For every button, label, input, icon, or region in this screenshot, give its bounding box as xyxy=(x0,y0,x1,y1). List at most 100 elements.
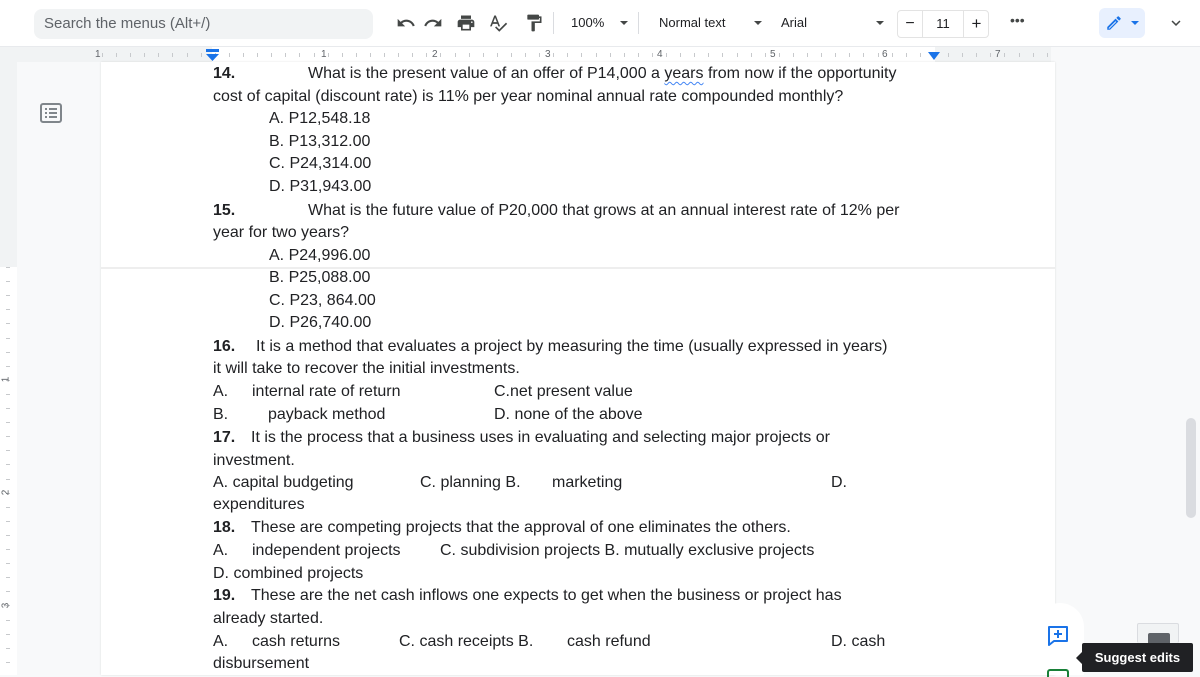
font-select[interactable]: Arial xyxy=(781,14,807,32)
question-number: 19. xyxy=(213,587,236,604)
ruler-tick xyxy=(680,53,681,57)
vertical-scrollbar[interactable] xyxy=(1186,418,1196,518)
spelling-suggestion[interactable]: years xyxy=(664,65,703,82)
increase-font-size-button[interactable]: + xyxy=(964,11,989,37)
ruler-tick xyxy=(849,53,850,57)
ruler-tick xyxy=(440,53,441,57)
answer-choice: disbursement xyxy=(213,655,310,672)
editing-mode-button[interactable] xyxy=(1099,8,1145,38)
question-text: investment. xyxy=(213,452,295,469)
toolbar-separator xyxy=(553,12,554,34)
decrease-font-size-button[interactable]: − xyxy=(898,11,923,37)
vertical-ruler-number: 1 xyxy=(0,376,12,383)
left-indent-marker[interactable] xyxy=(206,49,219,61)
ruler-tick xyxy=(384,53,385,57)
zoom-select[interactable]: 100% xyxy=(571,14,604,32)
ruler-tick xyxy=(990,53,991,57)
ruler-tick xyxy=(793,53,794,57)
ruler-tick xyxy=(426,53,427,57)
document-outline-icon[interactable] xyxy=(40,103,62,123)
ruler-tick xyxy=(314,53,315,57)
answer-choice: A. P12,548.18 xyxy=(269,110,371,127)
question-text: year for two years? xyxy=(213,224,350,241)
search-menus-input[interactable]: Search the menus (Alt+/) xyxy=(34,9,373,39)
question-text: These are competing projects that the ap… xyxy=(251,519,791,536)
ruler-tick xyxy=(652,53,653,57)
font-size-input[interactable]: 11 xyxy=(923,11,964,37)
vertical-ruler-tick xyxy=(6,267,10,268)
font-dropdown-icon[interactable] xyxy=(876,21,884,25)
ruler-tick xyxy=(201,53,202,57)
emoji-reaction-icon[interactable] xyxy=(1047,669,1069,677)
vertical-ruler-tick xyxy=(6,620,10,621)
answer-choice: cash returns xyxy=(252,633,341,650)
vertical-ruler-tick xyxy=(6,323,10,324)
ruler-tick xyxy=(130,53,131,57)
answer-choice: D. none of the above xyxy=(494,406,643,423)
ruler-tick xyxy=(172,53,173,57)
ruler-tick xyxy=(1033,53,1034,57)
question-text: It is a method that evaluates a project … xyxy=(256,338,888,355)
ruler-tick xyxy=(1004,53,1005,57)
right-indent-marker[interactable] xyxy=(928,52,940,60)
question-text: What is the future value of P20,000 that… xyxy=(308,202,900,219)
question-text: It is the process that a business uses i… xyxy=(251,429,830,446)
pencil-icon xyxy=(1107,16,1121,30)
ruler-tick xyxy=(779,53,780,57)
question-number: 17. xyxy=(213,429,236,446)
toolbar-separator xyxy=(638,12,639,34)
paragraph-style-select[interactable]: Normal text xyxy=(659,14,725,32)
ruler-tick xyxy=(878,53,879,57)
vertical-ruler-tick xyxy=(6,422,10,423)
vertical-ruler-tick xyxy=(6,352,10,353)
paint-format-icon[interactable] xyxy=(523,12,545,34)
question-text: These are the net cash inflows one expec… xyxy=(251,587,842,604)
ruler-number: 2 xyxy=(432,49,438,60)
ruler-number: 1 xyxy=(321,49,327,60)
answer-choice: C. cash receipts B. xyxy=(399,633,534,650)
ruler-tick xyxy=(610,53,611,57)
answer-choice: internal rate of return xyxy=(252,383,401,400)
suggest-edits-icon[interactable] xyxy=(1046,624,1070,648)
ruler-tick xyxy=(257,53,258,57)
ruler-left-margin xyxy=(0,47,212,62)
ruler-tick xyxy=(342,53,343,57)
ruler-tick xyxy=(948,53,949,57)
ruler-tick xyxy=(187,53,188,57)
vertical-ruler-tick xyxy=(6,450,10,451)
ruler-tick xyxy=(102,53,103,57)
undo-icon[interactable] xyxy=(395,12,417,34)
editing-mode-dropdown-icon xyxy=(1131,21,1139,25)
ruler-tick xyxy=(285,53,286,57)
chevron-down-icon[interactable] xyxy=(1167,14,1185,32)
ruler-tick xyxy=(455,53,456,57)
vertical-ruler-tick xyxy=(6,507,10,508)
answer-choice: expenditures xyxy=(213,496,305,513)
vertical-ruler-tick xyxy=(6,436,10,437)
page-thumbnail-widget[interactable] xyxy=(1137,623,1179,643)
answer-choice: C. subdivision projects B. mutually excl… xyxy=(440,542,815,559)
vertical-ruler-tick xyxy=(6,634,10,635)
more-options-button[interactable]: ••• xyxy=(1010,12,1025,28)
vertical-ruler-tick xyxy=(6,408,10,409)
ruler-number: 3 xyxy=(545,49,551,60)
ruler-tick xyxy=(863,53,864,57)
zoom-dropdown-icon[interactable] xyxy=(620,21,628,25)
vertical-ruler: 1 2 3 xyxy=(0,62,17,675)
ruler-tick xyxy=(370,53,371,57)
print-icon[interactable] xyxy=(455,12,477,34)
ruler-number: 1 xyxy=(95,49,101,60)
ruler-number: 6 xyxy=(882,49,888,60)
spellcheck-icon[interactable] xyxy=(487,12,509,34)
ruler-tick xyxy=(596,53,597,57)
vertical-ruler-tick xyxy=(6,521,10,522)
style-dropdown-icon[interactable] xyxy=(754,21,762,25)
ruler-tick xyxy=(158,53,159,57)
answer-choice: C. P24,314.00 xyxy=(269,155,372,172)
ruler-tick xyxy=(356,53,357,57)
redo-icon[interactable] xyxy=(422,12,444,34)
ruler-tick xyxy=(144,53,145,57)
ruler-tick xyxy=(920,53,921,57)
document-page[interactable]: 14. What is the present value of an offe… xyxy=(101,62,1055,675)
vertical-ruler-tick xyxy=(6,662,10,663)
